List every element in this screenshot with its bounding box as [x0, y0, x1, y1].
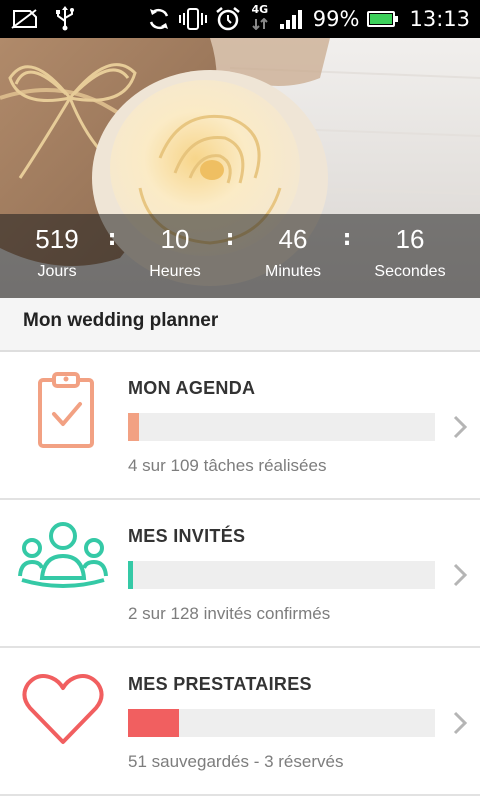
vibrate-icon	[178, 8, 207, 30]
agenda-card[interactable]: MON AGENDA 4 sur 109 tâches réalisées	[0, 352, 480, 500]
countdown-bar: 519 Jours : 10 Heures : 46 Minutes : 16 …	[0, 214, 480, 298]
chevron-right-icon	[453, 563, 468, 587]
no-sim-icon	[11, 9, 37, 29]
hero-banner: 519 Jours : 10 Heures : 46 Minutes : 16 …	[0, 38, 480, 298]
network-label: 4G	[251, 3, 269, 16]
alarm-icon	[216, 7, 240, 31]
chevron-right-icon	[453, 711, 468, 735]
clipboard-check-icon	[38, 372, 94, 448]
clock: 13:13	[409, 7, 470, 31]
vendors-progress-fill	[128, 709, 179, 737]
status-bar-left	[10, 6, 76, 32]
vendors-card[interactable]: MES PRESTATAIRES 51 sauvegardés - 3 rése…	[0, 648, 480, 796]
planner-section-header: Mon wedding planner	[0, 298, 480, 352]
guests-card[interactable]: MES INVITÉS 2 sur 128 invités confirmés	[0, 500, 480, 648]
status-bar-right: 4G 99% 13:13	[147, 4, 470, 34]
countdown-days: 519 Jours	[2, 214, 112, 281]
countdown-minutes: 46 Minutes	[238, 214, 348, 281]
countdown-seconds-label: Secondes	[374, 263, 446, 280]
status-bar: 4G 99% 13:13	[0, 0, 480, 38]
countdown-days-label: Jours	[37, 263, 77, 280]
vendors-status: 51 sauvegardés - 3 réservés	[128, 752, 344, 771]
network-4g-icon: 4G	[249, 4, 271, 34]
countdown-minutes-value: 46	[278, 224, 308, 254]
agenda-progress-fill	[128, 413, 139, 441]
countdown-hours-value: 10	[160, 224, 190, 254]
battery-icon	[367, 11, 399, 27]
countdown-separator: :	[107, 226, 117, 251]
signal-icon	[279, 10, 302, 29]
vendors-title: MES PRESTATAIRES	[128, 674, 312, 694]
guests-icon	[18, 522, 108, 588]
planner-title: Mon wedding planner	[23, 310, 219, 331]
agenda-title: MON AGENDA	[128, 378, 256, 398]
guests-status: 2 sur 128 invités confirmés	[128, 604, 331, 623]
guests-progress-bar	[128, 561, 435, 589]
heart-icon	[22, 674, 104, 744]
countdown-seconds: 16 Secondes	[355, 214, 465, 281]
countdown-seconds-value: 16	[395, 224, 425, 254]
countdown-separator: :	[342, 226, 352, 251]
guests-progress-fill	[128, 561, 133, 589]
agenda-progress-bar	[128, 413, 435, 441]
countdown-separator: :	[225, 226, 235, 251]
sync-icon	[149, 8, 168, 30]
agenda-status: 4 sur 109 tâches réalisées	[128, 456, 327, 475]
chevron-right-icon	[453, 415, 468, 439]
countdown-hours: 10 Heures	[120, 214, 230, 281]
countdown-hours-label: Heures	[149, 263, 201, 280]
usb-icon	[56, 6, 74, 31]
countdown-days-value: 519	[35, 224, 79, 254]
countdown-minutes-label: Minutes	[264, 263, 322, 280]
battery-fill	[370, 14, 393, 24]
battery-percent: 99%	[312, 7, 360, 31]
vendors-progress-bar	[128, 709, 435, 737]
guests-title: MES INVITÉS	[128, 526, 246, 546]
